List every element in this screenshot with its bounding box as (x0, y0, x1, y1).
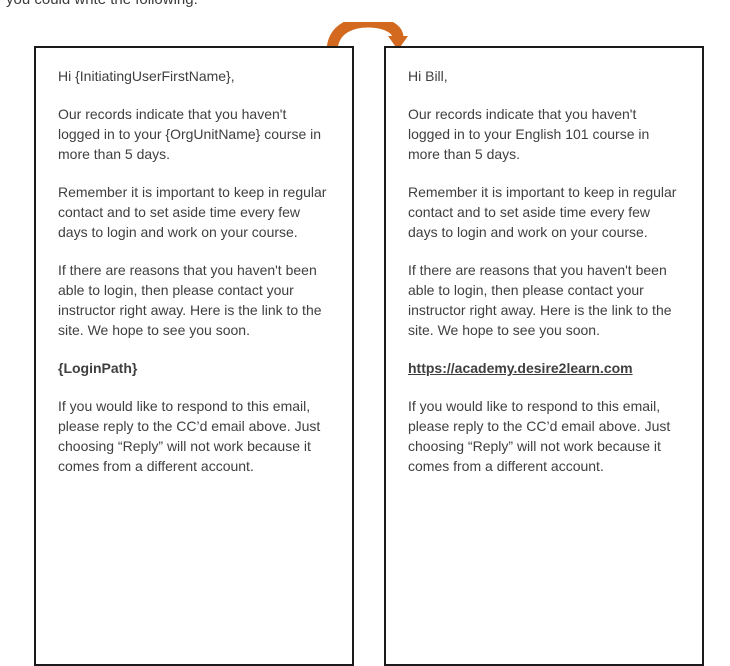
template-email-panel: Hi {InitiatingUserFirstName}, Our record… (34, 46, 354, 666)
rendered-paragraph-reminder: Remember it is important to keep in regu… (408, 184, 677, 240)
intro-text: you could write the following: (6, 0, 198, 10)
template-login-path-token: {LoginPath} (58, 360, 138, 376)
template-paragraph-records: Our records indicate that you haven't lo… (58, 106, 322, 162)
rendered-paragraph-contact: If there are reasons that you haven't be… (408, 262, 672, 338)
template-paragraph-reminder: Remember it is important to keep in regu… (58, 184, 327, 240)
rendered-paragraph-reply: If you would like to respond to this ema… (408, 398, 671, 474)
rendered-greeting: Hi Bill, (408, 68, 448, 84)
template-greeting: Hi {InitiatingUserFirstName}, (58, 68, 235, 84)
template-paragraph-contact: If there are reasons that you haven't be… (58, 262, 322, 338)
template-paragraph-reply: If you would like to respond to this ema… (58, 398, 321, 474)
rendered-login-link[interactable]: https://academy.desire2learn.com (408, 358, 682, 378)
rendered-paragraph-records: Our records indicate that you haven't lo… (408, 106, 650, 162)
rendered-email-panel: Hi Bill, Our records indicate that you h… (384, 46, 704, 666)
